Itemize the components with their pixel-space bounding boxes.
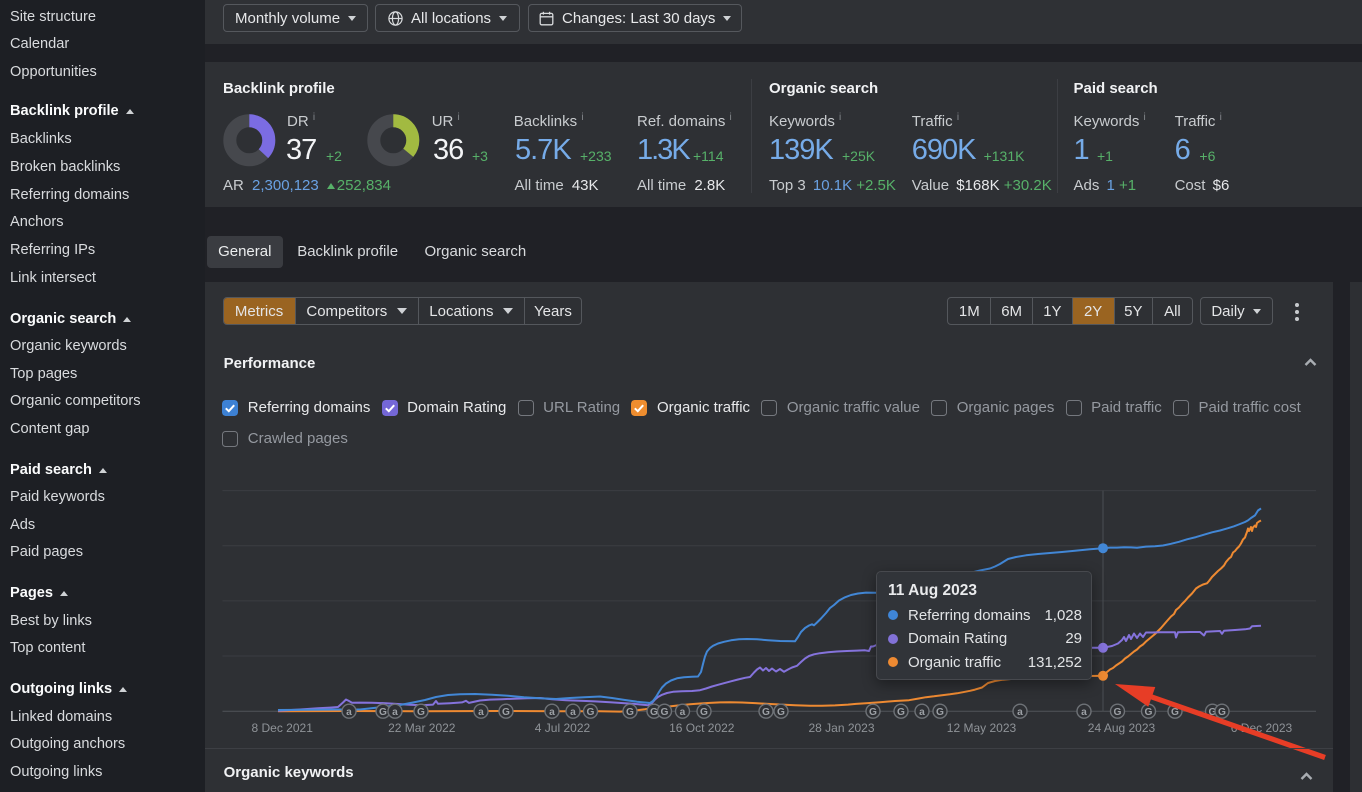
svg-text:12 May 2023: 12 May 2023 (947, 721, 1017, 735)
svg-text:a: a (346, 707, 352, 718)
svg-text:G: G (897, 707, 905, 718)
svg-text:16 Oct 2022: 16 Oct 2022 (669, 721, 735, 735)
svg-text:G: G (1145, 707, 1153, 718)
svg-text:28 Jan 2023: 28 Jan 2023 (808, 721, 874, 735)
svg-text:G: G (379, 707, 387, 718)
svg-text:a: a (549, 707, 555, 718)
svg-text:a: a (1081, 707, 1087, 718)
svg-text:a: a (570, 707, 576, 718)
svg-text:G: G (762, 707, 770, 718)
svg-text:G: G (869, 707, 877, 718)
svg-text:G: G (417, 707, 425, 718)
svg-text:G: G (661, 707, 669, 718)
svg-text:a: a (1017, 707, 1023, 718)
svg-text:G: G (626, 707, 634, 718)
svg-text:G: G (587, 707, 595, 718)
svg-text:G: G (650, 707, 658, 718)
svg-text:G: G (777, 707, 785, 718)
svg-text:G: G (502, 707, 510, 718)
svg-text:a: a (478, 707, 484, 718)
svg-text:G: G (1114, 707, 1122, 718)
svg-text:22 Mar 2022: 22 Mar 2022 (388, 721, 456, 735)
svg-text:a: a (919, 707, 925, 718)
svg-text:G: G (936, 707, 944, 718)
svg-text:4 Jul 2022: 4 Jul 2022 (535, 721, 591, 735)
svg-text:G: G (1218, 707, 1226, 718)
svg-text:8 Dec 2021: 8 Dec 2021 (252, 721, 314, 735)
svg-text:a: a (392, 707, 398, 718)
svg-text:24 Aug 2023: 24 Aug 2023 (1088, 721, 1156, 735)
svg-text:G: G (700, 707, 708, 718)
svg-text:a: a (680, 707, 686, 718)
